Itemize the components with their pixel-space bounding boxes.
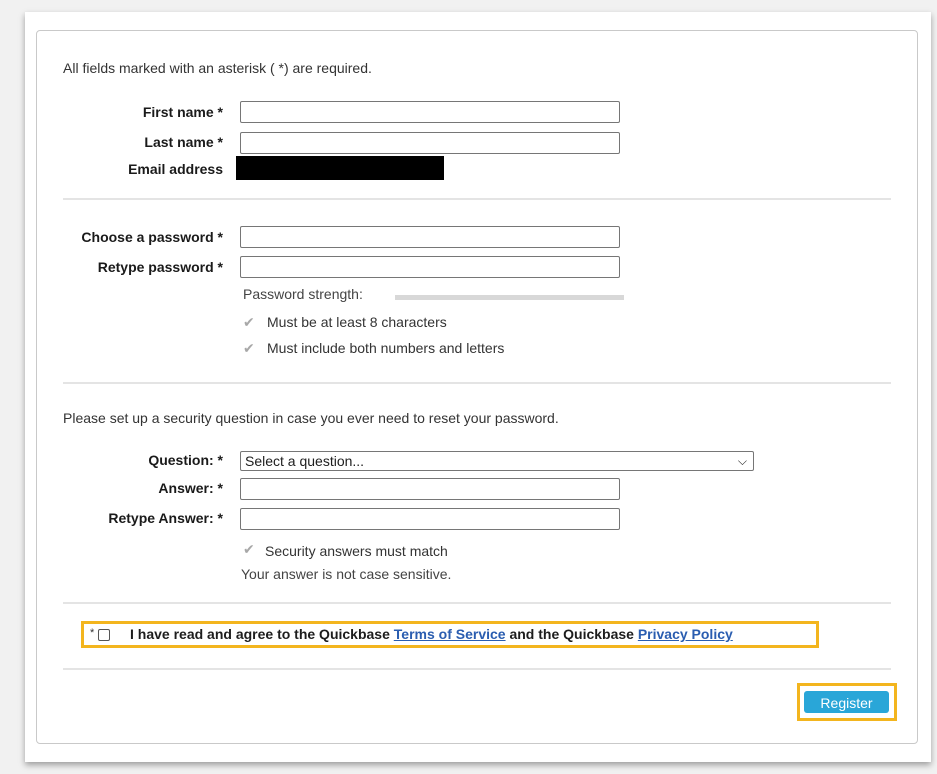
rule-answers-match: Security answers must match: [265, 543, 448, 559]
retype-password-input[interactable]: [240, 256, 620, 278]
retype-answer-label: Retype Answer: *: [108, 510, 223, 526]
last-name-input[interactable]: [240, 132, 620, 154]
answer-input[interactable]: [240, 478, 620, 500]
divider: [63, 602, 891, 604]
security-question-select[interactable]: Select a question... ⌵: [240, 451, 754, 471]
checkmark-icon: ✔: [243, 314, 255, 330]
choose-password-label: Choose a password *: [81, 229, 223, 245]
register-button[interactable]: Register: [804, 691, 889, 713]
agreement-highlight: * I have read and agree to the Quickbase…: [81, 621, 819, 648]
question-label: Question: *: [148, 452, 223, 468]
divider: [63, 382, 891, 384]
privacy-policy-link[interactable]: Privacy Policy: [638, 626, 733, 642]
divider: [63, 198, 891, 200]
chevron-down-icon: ⌵: [737, 454, 747, 468]
first-name-input[interactable]: [240, 101, 620, 123]
last-name-label: Last name *: [144, 134, 223, 150]
selected-question: Select a question...: [245, 453, 365, 469]
first-name-label: First name *: [142, 104, 223, 120]
required-asterisk: *: [90, 627, 95, 639]
retype-answer-input[interactable]: [240, 508, 620, 530]
security-intro: Please set up a security question in cas…: [63, 410, 559, 426]
required-fields-note: All fields marked with an asterisk ( *) …: [63, 60, 372, 76]
checkmark-icon: ✔: [243, 541, 255, 557]
choose-password-input[interactable]: [240, 226, 620, 248]
password-strength-meter: [395, 295, 624, 300]
case-sensitivity-note: Your answer is not case sensitive.: [241, 566, 452, 582]
rule-length: Must be at least 8 characters: [267, 314, 447, 330]
registration-form: All fields marked with an asterisk ( *) …: [36, 30, 918, 744]
agree-checkbox[interactable]: [98, 629, 110, 641]
password-strength-label: Password strength:: [243, 286, 363, 302]
retype-password-label: Retype password *: [97, 259, 223, 275]
email-value-redacted: [236, 156, 444, 180]
answer-label: Answer: *: [158, 480, 223, 496]
register-highlight: Register: [797, 683, 897, 721]
page-frame: All fields marked with an asterisk ( *) …: [25, 12, 931, 762]
checkmark-icon: ✔: [243, 340, 255, 356]
rule-mix: Must include both numbers and letters: [267, 340, 505, 356]
terms-of-service-link[interactable]: Terms of Service: [394, 626, 506, 642]
divider: [63, 668, 891, 670]
email-label: Email address: [128, 161, 223, 177]
agreement-text: I have read and agree to the Quickbase T…: [130, 626, 733, 642]
